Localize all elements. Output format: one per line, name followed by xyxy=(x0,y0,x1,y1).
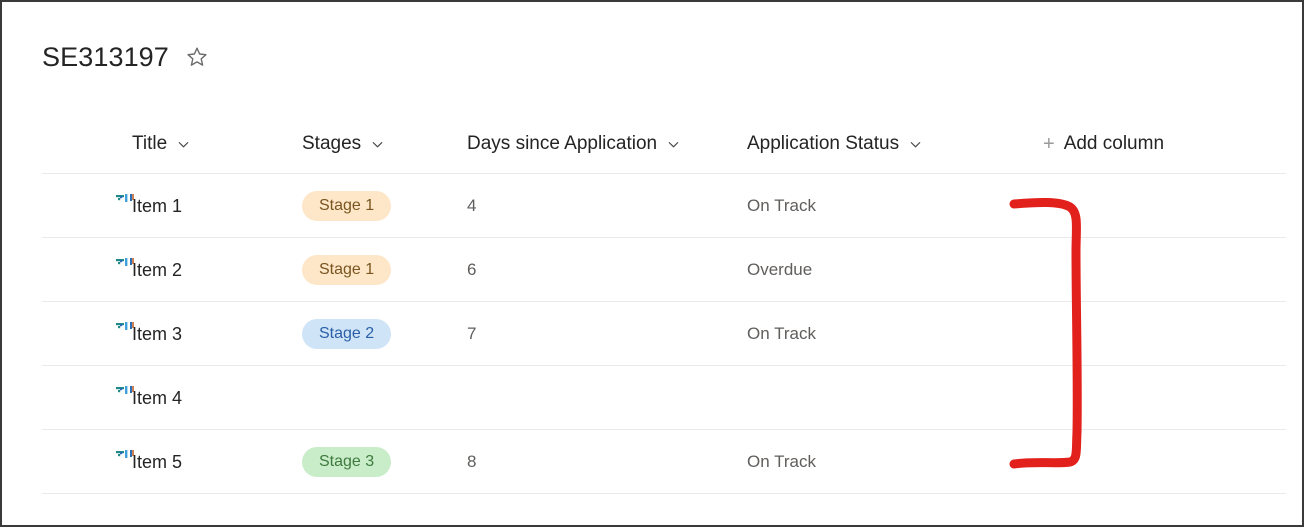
table-row[interactable]: Item 3 Stage 2 7 On Track xyxy=(2,302,1302,366)
table-row[interactable]: Item 4 xyxy=(2,366,1302,430)
item-title: Item 2 xyxy=(132,259,183,280)
add-column-button[interactable]: + Add column xyxy=(1007,133,1287,155)
item-title: Item 5 xyxy=(132,451,183,472)
page-header: SE313197 xyxy=(42,40,209,74)
table-row[interactable]: Item 2 Stage 1 6 Overdue xyxy=(2,238,1302,302)
column-header-stages[interactable]: Stages xyxy=(302,133,467,155)
stage-badge: Stage 3 xyxy=(302,447,392,477)
page-title: SE313197 xyxy=(42,42,169,72)
column-header-title[interactable]: Title xyxy=(2,133,302,155)
cell-title[interactable]: Item 4 xyxy=(2,386,302,409)
cell-stage[interactable]: Stage 2 xyxy=(302,319,467,349)
cell-days[interactable]: 4 xyxy=(467,196,747,216)
cell-days[interactable]: 6 xyxy=(467,260,747,280)
chevron-down-icon[interactable] xyxy=(666,137,681,152)
stage-badge: Stage 1 xyxy=(302,191,392,221)
table-row[interactable]: Item 5 Stage 3 8 On Track xyxy=(2,430,1302,494)
chevron-down-icon[interactable] xyxy=(176,137,191,152)
cell-title[interactable]: Item 2 xyxy=(2,258,302,281)
item-title: Item 4 xyxy=(132,387,183,408)
column-header-application-status[interactable]: Application Status xyxy=(747,133,1007,155)
items-table: Title Stages Days since Application Appl… xyxy=(2,114,1302,525)
cell-title[interactable]: Item 1 xyxy=(2,194,302,217)
list-view-screenshot: SE313197 Title Stages Days since Applica… xyxy=(0,0,1304,527)
column-header-days-label: Days since Application xyxy=(467,133,658,154)
cell-status[interactable]: On Track xyxy=(747,324,1007,344)
cell-stage[interactable]: Stage 3 xyxy=(302,447,467,477)
column-header-days-since-application[interactable]: Days since Application xyxy=(467,133,747,155)
column-header-status-label: Application Status xyxy=(747,133,900,154)
add-column-cell: + Add column xyxy=(1007,133,1287,155)
add-column-label: Add column xyxy=(1063,133,1165,154)
cell-stage[interactable]: Stage 1 xyxy=(302,191,467,221)
cell-title[interactable]: Item 3 xyxy=(2,322,302,345)
cell-title[interactable]: Item 5 xyxy=(2,450,302,473)
cell-status[interactable]: Overdue xyxy=(747,260,1007,280)
cell-status[interactable]: On Track xyxy=(747,196,1007,216)
cell-days[interactable]: 7 xyxy=(467,324,747,344)
stage-badge: Stage 1 xyxy=(302,255,392,285)
table-row-empty xyxy=(2,494,1302,525)
cell-days[interactable]: 8 xyxy=(467,452,747,472)
table-header-row: Title Stages Days since Application Appl… xyxy=(2,114,1302,174)
chevron-down-icon[interactable] xyxy=(908,137,923,152)
table-row[interactable]: Item 1 Stage 1 4 On Track xyxy=(2,174,1302,238)
cell-status[interactable]: On Track xyxy=(747,452,1007,472)
stage-badge: Stage 2 xyxy=(302,319,392,349)
item-title: Item 3 xyxy=(132,323,183,344)
star-icon[interactable] xyxy=(185,45,209,69)
column-header-stages-label: Stages xyxy=(302,133,362,154)
item-title: Item 1 xyxy=(132,195,183,216)
cell-stage[interactable]: Stage 1 xyxy=(302,255,467,285)
plus-icon: + xyxy=(1043,133,1055,155)
chevron-down-icon[interactable] xyxy=(370,137,385,152)
column-header-title-label: Title xyxy=(132,133,168,154)
